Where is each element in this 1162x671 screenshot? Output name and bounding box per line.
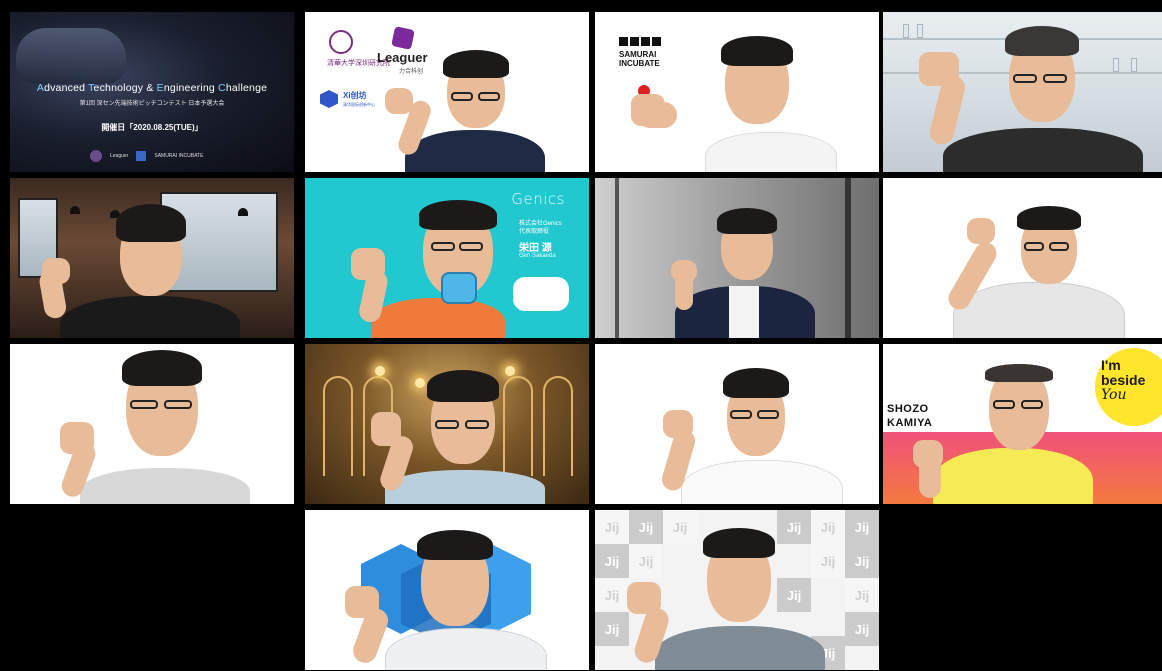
video-tile-participant-2[interactable]: 清華大学深圳研究院 Leaguer 力合科创 Xi创坊 清华国际创新中心	[305, 12, 589, 172]
banner-subtitle: 第1回 深セン先端技術ピッチコンテスト 日本予選大会	[79, 101, 225, 107]
participant-video	[913, 12, 1162, 172]
participant-video	[335, 344, 589, 504]
participant-video	[913, 344, 1093, 504]
video-tile-participant-8[interactable]	[883, 178, 1162, 338]
cube-logo-icon	[136, 151, 147, 161]
participant-name-roman: Gen Sakaeda	[519, 253, 556, 259]
genics-logo: Genics	[511, 190, 565, 208]
samurai-logo-text: SAMURAI INCUBATE	[619, 50, 660, 68]
participant-video	[631, 12, 879, 172]
banner-title: Advanced Technology & Engineering Challe…	[36, 82, 268, 94]
mask-product	[441, 272, 477, 304]
video-tile-participant-5[interactable]	[10, 178, 294, 338]
participant-video	[345, 510, 589, 670]
jij-pattern-cell: Jij	[595, 544, 629, 578]
lab-bottle	[903, 24, 909, 38]
video-tile-event-banner[interactable]: Advanced Technology & Engineering Challe…	[10, 12, 294, 172]
video-tile-participant-13[interactable]	[305, 510, 589, 670]
incubator-logo-subtext: 清华国际创新中心	[343, 102, 375, 107]
genics-company: 株式会社Genics 代表取締役	[519, 221, 562, 235]
jij-pattern-cell: Jij	[845, 544, 879, 578]
banner-sponsor-logos: Leaguer SAMURAI INCUBATE	[90, 150, 203, 162]
banner-leaguer-logo: Leaguer	[110, 153, 129, 159]
video-tile-participant-genics[interactable]: Genics 株式会社Genics 代表取締役 栄田 源 Gen Sakaeda	[305, 178, 589, 338]
im-beside-you-text: I'm beside You	[1101, 357, 1146, 403]
device-product	[513, 277, 569, 311]
video-tile-participant-jij[interactable]: Jij Jij Jij Jij Jij Jij Jij Jij Jij Jij …	[595, 510, 879, 670]
video-tile-participant-11[interactable]	[595, 344, 879, 504]
video-tile-participant-shozo[interactable]: SHOZO KAMIYA I'm beside You	[883, 344, 1162, 504]
video-tile-participant-3[interactable]: SAMURAI INCUBATE	[595, 12, 879, 172]
samurai-logo-icon	[619, 37, 661, 46]
jij-pattern-cell: Jij	[845, 612, 879, 646]
jij-pattern-cell: Jij	[595, 578, 629, 612]
participant-video	[625, 510, 849, 670]
vr-headset-graphic	[16, 28, 126, 84]
shirt	[729, 286, 759, 338]
university-seal-icon	[90, 150, 102, 162]
participant-video	[50, 344, 294, 504]
incubator-logo-text: Xi创坊	[343, 91, 367, 100]
wall-panel	[615, 178, 619, 338]
jij-pattern-cell: Jij	[845, 510, 879, 544]
incubator-logo-icon	[320, 90, 338, 108]
participant-video	[305, 178, 515, 338]
video-tile-participant-7[interactable]	[595, 178, 879, 338]
participant-video	[37, 178, 294, 338]
video-tile-participant-4[interactable]	[883, 12, 1162, 172]
participant-video	[903, 178, 1162, 338]
jij-pattern-cell: Jij	[595, 612, 629, 646]
video-tile-participant-9[interactable]	[10, 344, 294, 504]
jij-pattern-cell: Jij	[595, 510, 629, 544]
participant-video	[385, 12, 589, 172]
banner-samurai-logo: SAMURAI INCUBATE	[154, 153, 204, 159]
participant-name: 栄田 源	[519, 243, 552, 254]
participant-video	[655, 178, 879, 338]
video-tile-participant-10[interactable]	[305, 344, 589, 504]
participant-video	[635, 344, 879, 504]
university-seal-icon	[329, 30, 353, 54]
banner-date: 開催日「2020.08.25(TUE)」	[101, 123, 203, 132]
jij-pattern-cell: Jij	[845, 578, 879, 612]
